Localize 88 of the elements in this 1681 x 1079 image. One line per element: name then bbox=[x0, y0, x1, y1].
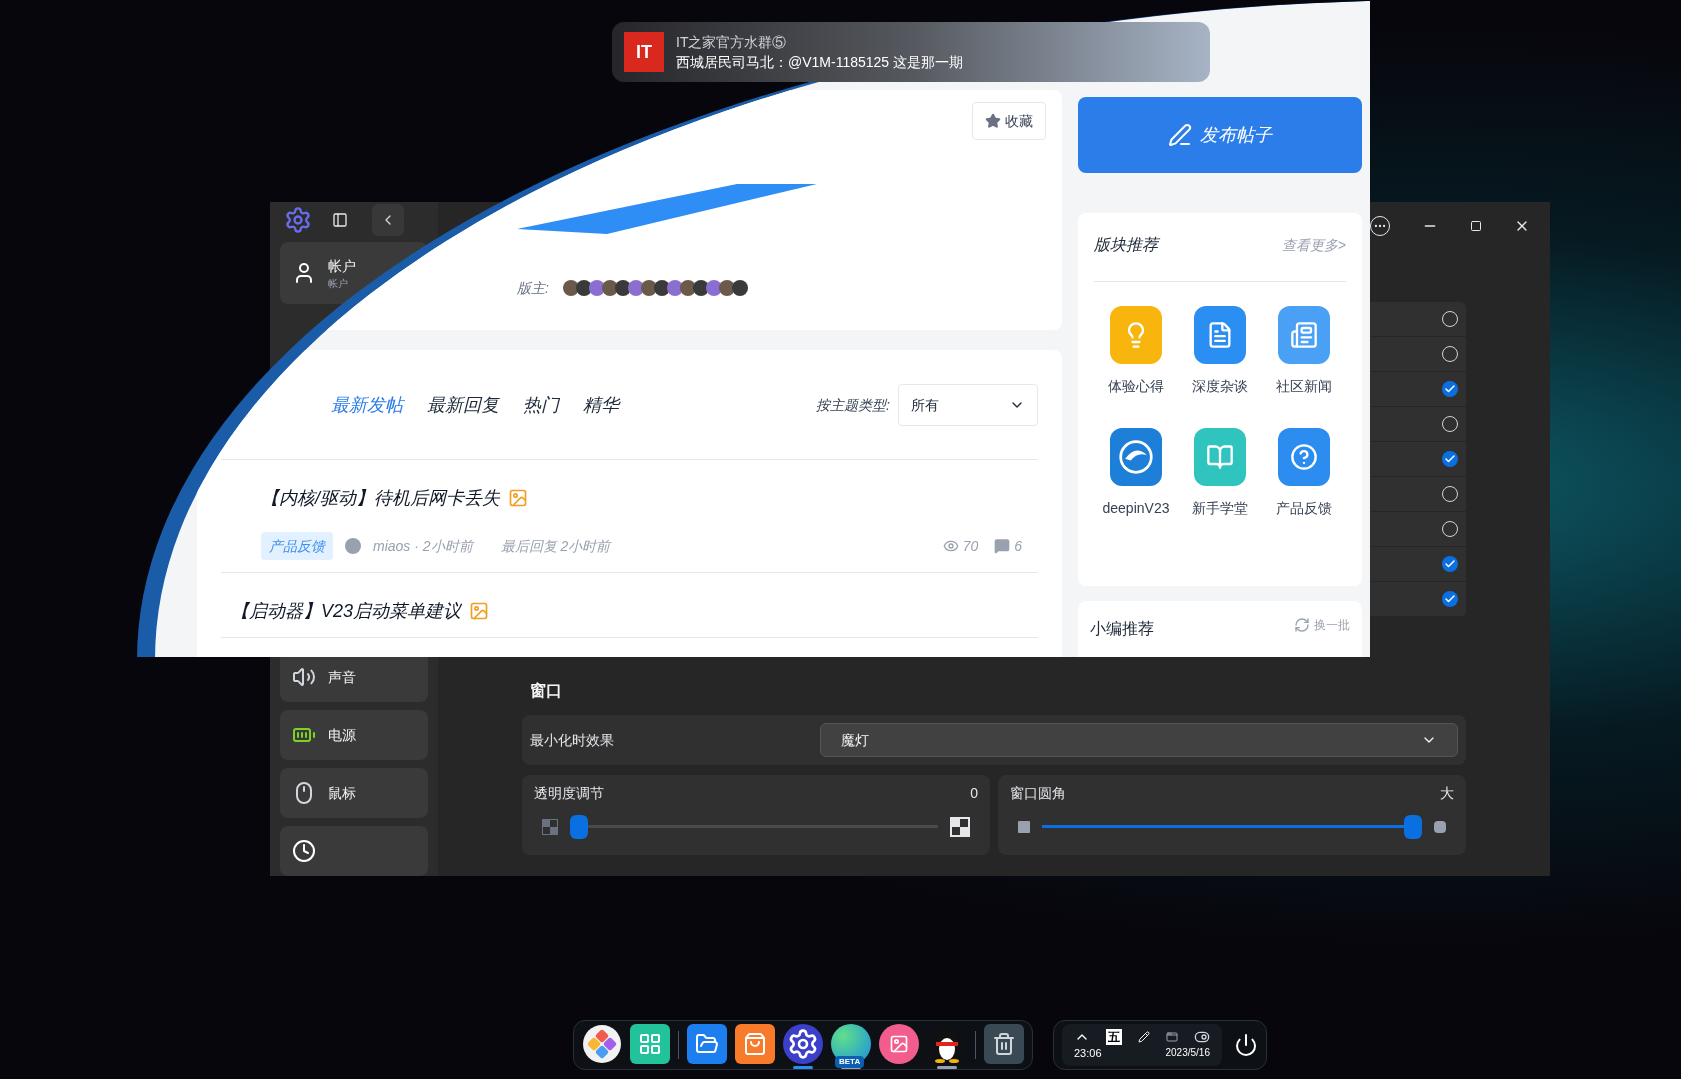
slider-value: 大 bbox=[1440, 784, 1454, 803]
input-method-indicator[interactable]: 五 bbox=[1106, 1028, 1122, 1045]
maximize-icon[interactable] bbox=[1470, 220, 1482, 232]
post-title[interactable]: 【启动器】V23启动菜单建议 bbox=[231, 597, 462, 625]
board-item[interactable]: 体验心得 bbox=[1094, 306, 1178, 396]
board-item[interactable]: deepinV23 bbox=[1094, 428, 1178, 518]
new-post-button[interactable]: 发布帖子 bbox=[1078, 97, 1362, 173]
setting-label: 最小化时效果 bbox=[530, 731, 615, 750]
comment-count: 6 bbox=[1014, 537, 1022, 556]
post-tag: 产品反馈 bbox=[261, 532, 333, 560]
card-title: 版块推荐 bbox=[1094, 235, 1158, 255]
folder-icon[interactable] bbox=[687, 1024, 727, 1064]
sidebar-label: 电源 bbox=[328, 726, 356, 745]
board-item[interactable]: 产品反馈 bbox=[1262, 428, 1346, 518]
back-button[interactable] bbox=[372, 204, 404, 236]
beta-badge: BETA bbox=[835, 1056, 865, 1068]
notification-message: 西城居民司马北：@V1M-1185125 这是那一期 bbox=[676, 53, 963, 72]
help-icon bbox=[1290, 443, 1318, 471]
clock-date[interactable]: 2023/5/16 bbox=[1165, 1044, 1210, 1062]
sidebar-label: 鼠标 bbox=[328, 784, 356, 803]
checkbox[interactable] bbox=[1442, 381, 1458, 397]
swirl-logo-icon bbox=[1118, 439, 1154, 475]
pen-icon[interactable] bbox=[1138, 1030, 1150, 1043]
effect-dropdown[interactable]: 魔灯 bbox=[820, 723, 1458, 757]
book-icon bbox=[1206, 443, 1234, 471]
slider-thumb[interactable] bbox=[570, 815, 588, 839]
filter-tab[interactable]: 最新发帖 bbox=[331, 390, 403, 419]
section-title: 窗口 bbox=[530, 681, 563, 701]
eye-icon bbox=[942, 538, 959, 554]
board-item[interactable]: 社区新闻 bbox=[1262, 306, 1346, 396]
filter-tab[interactable]: 最新回复 bbox=[427, 390, 499, 419]
filter-label: 按主题类型: bbox=[816, 395, 890, 415]
notification-toast[interactable]: IT IT之家官方水群⑤ 西城居民司马北：@V1M-1185125 这是那一期 bbox=[612, 22, 1210, 82]
board-item[interactable]: 新手学堂 bbox=[1178, 428, 1262, 518]
author-avatar bbox=[345, 538, 361, 554]
settings-logo-icon bbox=[284, 206, 312, 234]
checker-icon bbox=[950, 817, 970, 837]
card-title: 小编推荐 bbox=[1090, 619, 1154, 639]
favorite-button[interactable]: 收藏 bbox=[972, 102, 1046, 140]
clock-time[interactable]: 23:06 bbox=[1074, 1044, 1102, 1062]
post-author: miaos · 2小时前 bbox=[373, 537, 473, 556]
sidebar-toggle-icon[interactable] bbox=[332, 212, 348, 228]
settings-icon[interactable] bbox=[783, 1024, 823, 1064]
checkbox[interactable] bbox=[1442, 451, 1458, 467]
slider-label: 窗口圆角 bbox=[1010, 784, 1066, 803]
checkbox[interactable] bbox=[1442, 591, 1458, 607]
check-icon bbox=[1444, 593, 1456, 605]
sidebar-sublabel: 帐户 bbox=[328, 276, 349, 291]
post-title[interactable]: 【内核/驱动】待机后网卡丢失 bbox=[261, 484, 500, 512]
pen-icon bbox=[1168, 123, 1192, 147]
view-count: 70 bbox=[962, 537, 979, 556]
refresh-icon bbox=[1294, 617, 1310, 633]
type-dropdown[interactable]: 所有 bbox=[898, 383, 1038, 426]
star-icon bbox=[985, 113, 1001, 129]
sidebar-label: 声音 bbox=[328, 668, 356, 687]
checker-icon bbox=[542, 819, 558, 835]
trash-icon[interactable] bbox=[984, 1024, 1024, 1064]
sidebar-item[interactable]: 鼠标 bbox=[280, 768, 428, 818]
check-icon bbox=[1444, 453, 1456, 465]
check-icon bbox=[1444, 558, 1456, 570]
checkbox[interactable] bbox=[1442, 556, 1458, 572]
slider-value: 0 bbox=[970, 784, 978, 803]
last-reply: 最后回复 2小时前 bbox=[500, 537, 611, 556]
speaker-icon bbox=[292, 665, 316, 689]
slider-thumb[interactable] bbox=[1404, 815, 1422, 839]
square-icon bbox=[1018, 821, 1030, 833]
power-icon[interactable] bbox=[1234, 1033, 1258, 1057]
launcher-icon[interactable] bbox=[582, 1024, 622, 1064]
comment-icon bbox=[994, 538, 1011, 554]
app-logo: IT bbox=[624, 32, 664, 72]
sidebar-label: 帐户 bbox=[328, 256, 356, 276]
newspaper-icon bbox=[1290, 321, 1318, 349]
image-icon bbox=[469, 601, 490, 621]
clock-icon bbox=[292, 839, 316, 863]
slider-label: 透明度调节 bbox=[534, 784, 604, 803]
window-icon[interactable] bbox=[1166, 1030, 1178, 1043]
notification-title: IT之家官方水群⑤ bbox=[676, 33, 788, 52]
board-item[interactable]: 深度杂谈 bbox=[1178, 306, 1262, 396]
moderators-label: 版主: bbox=[517, 279, 549, 298]
check-icon bbox=[1444, 383, 1456, 395]
sidebar-item[interactable]: 电源 bbox=[280, 710, 428, 760]
sidebar-item[interactable] bbox=[280, 826, 428, 876]
shopping-bag-icon[interactable] bbox=[735, 1024, 775, 1064]
image-icon bbox=[508, 488, 528, 508]
grid-app-icon[interactable] bbox=[630, 1024, 670, 1064]
video-app-icon[interactable] bbox=[879, 1024, 919, 1064]
filter-tab[interactable]: 精华 bbox=[583, 390, 619, 419]
filter-tab[interactable]: 热门 bbox=[523, 390, 559, 419]
